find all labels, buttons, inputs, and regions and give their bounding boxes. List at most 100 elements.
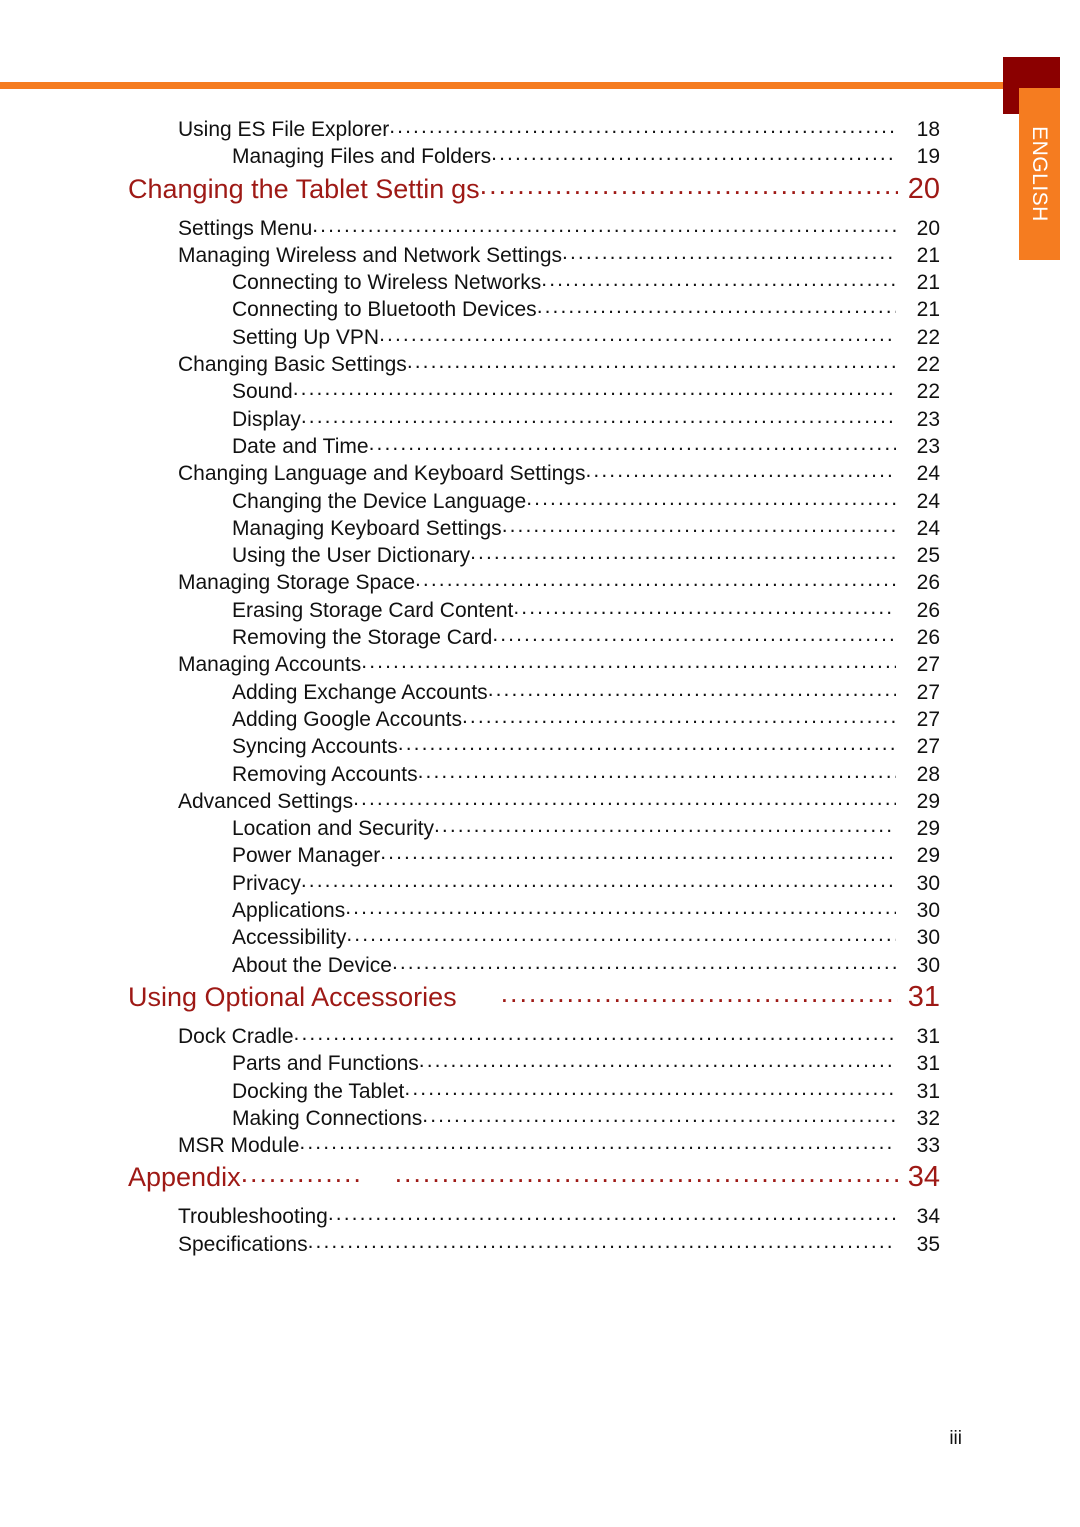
toc-leader-dots [501,978,898,1009]
toc-entry-page-number: 19 [916,145,940,169]
toc-entry-page-number: 20 [907,172,940,205]
toc-entry-row[interactable]: Using the User Dictionary 25 [0,544,940,571]
toc-chapter-row[interactable]: Changing the Tablet Settings 20 [0,173,940,217]
toc-leader-dots [346,923,896,947]
toc-leader-dots [395,1158,898,1189]
toc-entry-row[interactable]: Changing the Device Language 24 [0,490,940,517]
toc-leader-dots [462,705,896,729]
toc-leader-dots [470,541,896,565]
toc-entry-page-number: 26 [916,598,940,622]
toc-entry-row[interactable]: About the Device 30 [0,954,940,981]
toc-entry-row[interactable]: Display 23 [0,408,940,435]
toc-entry-page-number: 27 [916,707,940,731]
header-accent-rule [0,82,1015,89]
page-number: iii [949,1428,962,1449]
toc-leader-dots [422,1104,896,1128]
toc-entry-row[interactable]: Managing Files and Folders 19 [0,145,940,172]
toc-entry-row[interactable]: Adding Google Accounts 27 [0,708,940,735]
toc-entry-page-number: 22 [916,325,940,349]
toc-entry-title: Making Connections [232,1106,423,1130]
toc-entry-row[interactable]: Managing Keyboard Settings 24 [0,517,940,544]
toc-entry-title: Accessibility [232,926,347,950]
toc-entry-row[interactable]: Managing Accounts 27 [0,653,940,680]
toc-entry-row[interactable]: Making Connections 32 [0,1107,940,1134]
table-of-contents: Using ES File Explorer 18 Managing Files a… [0,118,940,1260]
toc-entry-page-number: 30 [916,899,940,923]
toc-entry-row[interactable]: Privacy 30 [0,872,940,899]
toc-entry-title: MSR Module [178,1134,300,1158]
toc-entry-title: Changing Basic Settings [178,353,407,377]
toc-entry-row[interactable]: Adding Exchange Accounts 27 [0,681,940,708]
toc-entry-row[interactable]: Removing Accounts 28 [0,763,940,790]
toc-entry-title: Managing Storage Space [178,571,415,595]
toc-entry-title: Removing Accounts [232,762,418,786]
toc-entry-row[interactable]: Accessibility 30 [0,926,940,953]
toc-entry-row[interactable]: Applications 30 [0,899,940,926]
toc-entry-row[interactable]: Location and Security 29 [0,817,940,844]
toc-entry-page-number: 30 [916,926,940,950]
toc-leader-dots [419,1049,896,1073]
toc-leader-dots [312,214,896,238]
toc-entry-row[interactable]: Setting Up VPN 22 [0,326,940,353]
toc-entry-title: Changing the Tablet Settin [128,173,445,204]
toc-leader-dots [328,1202,896,1226]
toc-entry-title: Display [232,407,301,431]
toc-leader-dots [398,732,896,756]
toc-entry-page-number: 35 [916,1232,940,1256]
toc-entry-row[interactable]: Erasing Storage Card Content 26 [0,599,940,626]
toc-entry-title: Privacy [232,871,301,895]
toc-entry-row[interactable]: Using ES File Explorer 18 [0,118,940,145]
toc-leader-dots [407,350,896,374]
toc-entry-row[interactable]: Docking the Tablet 31 [0,1080,940,1107]
toc-leader-dots [526,487,896,511]
toc-entry-row[interactable]: Removing the Storage Card 26 [0,626,940,653]
toc-entry-row[interactable]: Specifications 35 [0,1233,940,1260]
toc-leader-dots [502,514,896,538]
toc-entry-page-number: 31 [916,1024,940,1048]
toc-entry-title: Applications [232,899,346,923]
toc-entry-title: Adding Google Accounts [232,707,462,731]
toc-chapter-row[interactable]: Appendix 34 [0,1161,940,1205]
toc-entry-row[interactable]: Connecting to Wireless Networks 21 [0,271,940,298]
toc-entry-row[interactable]: Changing Basic Settings 22 [0,353,940,380]
toc-entry-row[interactable]: Settings Menu 20 [0,217,940,244]
toc-entry-row[interactable]: Managing Storage Space 26 [0,571,940,598]
toc-entry-row[interactable]: Dock Cradle 31 [0,1025,940,1052]
toc-leader-dots [492,623,896,647]
toc-entry-page-number: 24 [916,489,940,513]
toc-entry-row[interactable]: Parts and Functions 31 [0,1052,940,1079]
toc-entry-row[interactable]: Sound 22 [0,380,940,407]
toc-leader-dots [586,459,897,483]
toc-entry-row[interactable]: Date and Time 23 [0,435,940,462]
toc-entry-page-number: 24 [916,462,940,486]
toc-entry-row[interactable]: Changing Language and Keyboard Settings 2… [0,462,940,489]
toc-entry-row[interactable]: Power Manager 29 [0,844,940,871]
toc-entry-page-number: 23 [916,434,940,458]
toc-entry-row[interactable]: Advanced Settings 29 [0,790,940,817]
toc-entry-page-number: 21 [916,298,940,322]
toc-entry-title: Using the User Dictionary [232,544,471,568]
toc-entry-row[interactable]: MSR Module 33 [0,1134,940,1161]
toc-entry-title: Syncing Accounts [232,735,398,759]
toc-entry-title: Appendix [128,1162,241,1193]
toc-entry-page-number: 30 [916,953,940,977]
toc-leader-dots [299,1131,896,1155]
toc-chapter-row[interactable]: Using Optional Accessories 31 [0,981,940,1025]
toc-entry-row[interactable]: Managing Wireless and Network Settings 21 [0,244,940,271]
toc-entry-page-number: 34 [916,1205,940,1229]
toc-entry-title: Dock Cradle [178,1024,294,1048]
toc-leader-dots [491,142,896,166]
language-tab: ENGLISH [1019,88,1060,260]
toc-entry-page-number: 34 [907,1161,940,1194]
toc-entry-row[interactable]: Connecting to Bluetooth Devices 21 [0,298,940,325]
toc-entry-title: Using Optional Accessories [128,981,457,1012]
toc-entry-row[interactable]: Troubleshooting 34 [0,1205,940,1232]
toc-leader-dots [293,377,896,401]
toc-entry-page-number: 25 [916,544,940,568]
toc-entry-page-number: 23 [916,407,940,431]
toc-entry-page-number: 32 [916,1106,940,1130]
toc-entry-row[interactable]: Syncing Accounts 27 [0,735,940,762]
toc-entry-title: Power Manager [232,844,381,868]
toc-entry-page-number: 22 [916,353,940,377]
toc-leader-dots [301,869,896,893]
